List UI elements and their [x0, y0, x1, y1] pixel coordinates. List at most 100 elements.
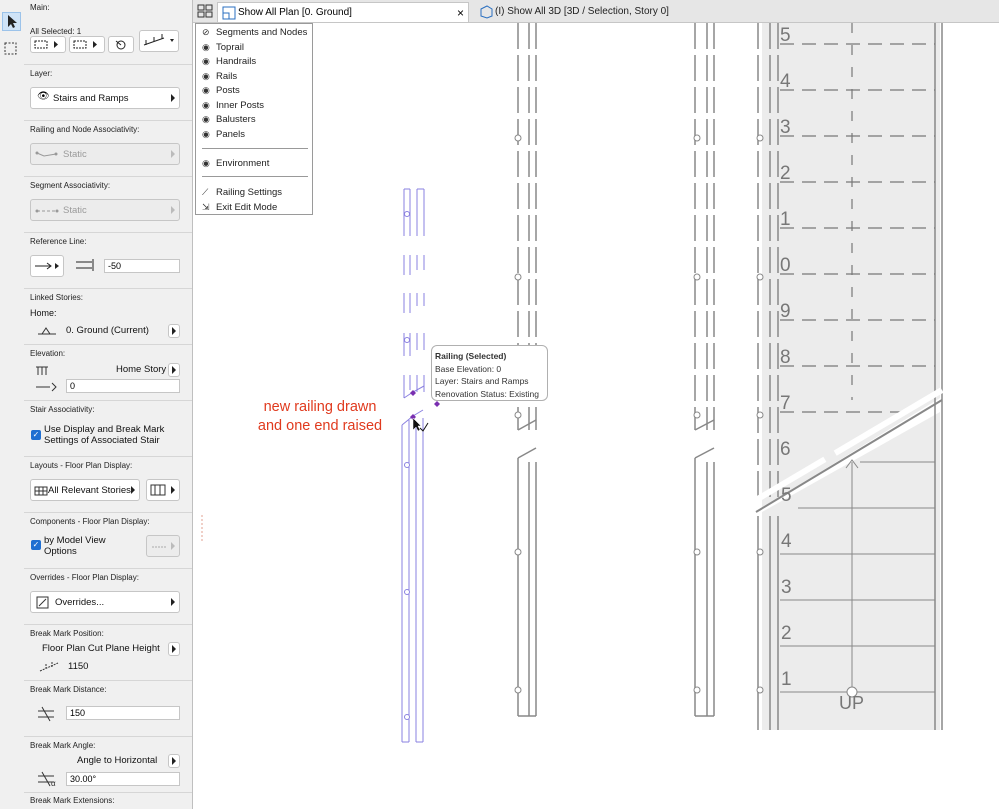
layer-dropdown[interactable]: 👁 Stairs and Ramps	[30, 87, 180, 109]
elevation-story-arrow-button[interactable]	[168, 363, 180, 377]
tread-number: 3	[780, 117, 791, 138]
home-label: Home:	[30, 308, 57, 318]
layouts-options-button[interactable]	[146, 479, 180, 501]
marquee-tool-icon[interactable]	[2, 40, 21, 59]
tooltip-title: Railing (Selected)	[435, 351, 507, 361]
layouts-value: All Relevant Stories	[48, 485, 131, 496]
home-story-value: 0. Ground (Current)	[66, 325, 149, 336]
segment-assoc-dropdown[interactable]: Static	[30, 199, 180, 221]
menu-item-posts[interactable]: ◉ Posts	[202, 85, 240, 96]
geometry-method-button[interactable]	[69, 36, 105, 53]
layouts-section: Layouts - Floor Plan Display: All Releva…	[24, 456, 192, 513]
tread-number: 1	[780, 209, 791, 230]
node-assoc-value: Static	[63, 149, 87, 160]
offset-icon	[74, 257, 98, 276]
eye-icon: ◉	[202, 71, 210, 81]
node-assoc-dropdown[interactable]: Static	[30, 143, 180, 165]
break-angle-field[interactable]: 30.00°	[66, 772, 180, 786]
home-story-icon	[36, 324, 58, 339]
cut-plane-icon	[38, 659, 62, 676]
railing-settings-button[interactable]	[139, 30, 179, 52]
menu-item-rails[interactable]: ◉ Rails	[202, 71, 237, 82]
break-angle-icon: α	[36, 770, 60, 791]
break-angle-arrow-button[interactable]	[168, 754, 180, 768]
eye-icon: ◉	[202, 158, 210, 168]
model-view-text-2: Options	[44, 546, 77, 557]
model-view-checkbox[interactable]: ✓	[31, 540, 41, 550]
view-grid-icon[interactable]	[197, 4, 213, 19]
break-position-section: Break Mark Position: Floor Plan Cut Plan…	[24, 624, 192, 681]
tab-plan-label: Show All Plan [0. Ground]	[238, 7, 352, 18]
break-angle-mode: Angle to Horizontal	[77, 755, 158, 766]
tooltip-renovation: Renovation Status: Existing	[435, 388, 539, 399]
break-extensions-section: Break Mark Extensions:	[24, 792, 192, 809]
break-position-mode: Floor Plan Cut Plane Height	[42, 643, 160, 654]
rotate-icon[interactable]	[108, 36, 134, 53]
components-options-button[interactable]	[146, 535, 180, 557]
break-position-value: 1150	[68, 661, 89, 672]
menu-item-panels[interactable]: ◉ Panels	[202, 129, 245, 140]
eye-icon: ◉	[202, 56, 210, 66]
break-angle-label: Break Mark Angle:	[30, 741, 96, 750]
eye-icon: ◉	[202, 100, 210, 110]
eye-icon: ◉	[202, 85, 210, 95]
tread-number: 9	[780, 301, 791, 322]
linked-stories-section: Linked Stories: Home: 0. Ground (Current…	[24, 288, 192, 345]
reference-line-button[interactable]	[30, 255, 64, 277]
layouts-label: Layouts - Floor Plan Display:	[30, 461, 133, 470]
stair-assoc-label: Stair Associativity:	[30, 405, 95, 414]
tread-number: 4	[781, 531, 792, 552]
menu-item-handrails[interactable]: ◉ Handrails	[202, 56, 256, 67]
elevation-icon	[32, 363, 60, 396]
annotation-line-1: new railing drawn	[263, 399, 377, 415]
break-distance-field[interactable]: 150	[66, 706, 180, 720]
components-label: Components - Floor Plan Display:	[30, 517, 150, 526]
tab-plan[interactable]: Show All Plan [0. Ground] ×	[217, 2, 469, 22]
menu-item-railing-settings[interactable]: ⟋ Railing Settings	[202, 187, 282, 198]
reference-offset-field[interactable]: -50	[104, 259, 180, 273]
tread-number: 1	[781, 669, 792, 690]
selection-method-button[interactable]	[30, 36, 66, 53]
menu-item-toprail[interactable]: ◉ Toprail	[202, 42, 244, 53]
selected-count: All Selected: 1	[30, 27, 82, 36]
home-story-arrow-button[interactable]	[168, 324, 180, 338]
tread-number: 6	[780, 439, 791, 460]
menu-divider	[202, 148, 308, 149]
break-position-arrow-button[interactable]	[168, 642, 180, 656]
menu-item-environment[interactable]: ◉ Environment	[202, 158, 269, 169]
eye-icon: ◉	[202, 114, 210, 124]
break-distance-label: Break Mark Distance:	[30, 685, 107, 694]
tab-bar: Show All Plan [0. Ground] × (I) Show All…	[193, 0, 999, 23]
eye-icon: ◉	[202, 129, 210, 139]
menu-item-exit-edit[interactable]: ⇲ Exit Edit Mode	[202, 202, 277, 213]
tooltip-elevation: Base Elevation: 0	[435, 363, 502, 374]
tread-number: 5	[780, 25, 791, 46]
break-position-label: Break Mark Position:	[30, 629, 104, 638]
display-options-menu: ⊘ Segments and Nodes ◉ Toprail ◉ Handrails …	[195, 23, 313, 215]
elevation-section: Elevation: Home Story 0	[24, 344, 192, 401]
eye-icon: 👁	[37, 91, 50, 102]
model-view-text-1: by Model View	[44, 535, 106, 546]
segment-assoc-value: Static	[63, 205, 87, 216]
menu-item-balusters[interactable]: ◉ Balusters	[202, 114, 256, 125]
tab-3d[interactable]: (I) Show All 3D [3D / Selection, Story 0…	[475, 2, 735, 22]
menu-item-inner-posts[interactable]: ◉ Inner Posts	[202, 100, 264, 111]
components-section: Components - Floor Plan Display: ✓ by Mo…	[24, 512, 192, 569]
arrow-tool-icon[interactable]	[2, 12, 21, 31]
layouts-dropdown[interactable]: All Relevant Stories	[30, 479, 140, 501]
reference-line-label: Reference Line:	[30, 237, 87, 246]
tab-close-icon[interactable]: ×	[457, 3, 464, 23]
menu-item-segments-nodes[interactable]: ⊘ Segments and Nodes	[202, 27, 307, 38]
toolbox	[0, 0, 25, 809]
elevation-field[interactable]: 0	[66, 379, 180, 393]
break-distance-icon	[36, 705, 58, 726]
layer-section: Layer: 👁 Stairs and Ramps	[24, 64, 192, 121]
layer-value: Stairs and Ramps	[53, 93, 129, 104]
elevation-label: Elevation:	[30, 349, 66, 358]
stair-assoc-checkbox[interactable]: ✓	[31, 430, 41, 440]
overrides-dropdown[interactable]: Overrides...	[30, 591, 180, 613]
reference-line-section: Reference Line: -50	[24, 232, 192, 289]
tooltip-layer: Layer: Stairs and Ramps	[435, 376, 529, 386]
node-assoc-label: Railing and Node Associativity:	[30, 125, 140, 134]
tread-number: 4	[780, 71, 791, 92]
